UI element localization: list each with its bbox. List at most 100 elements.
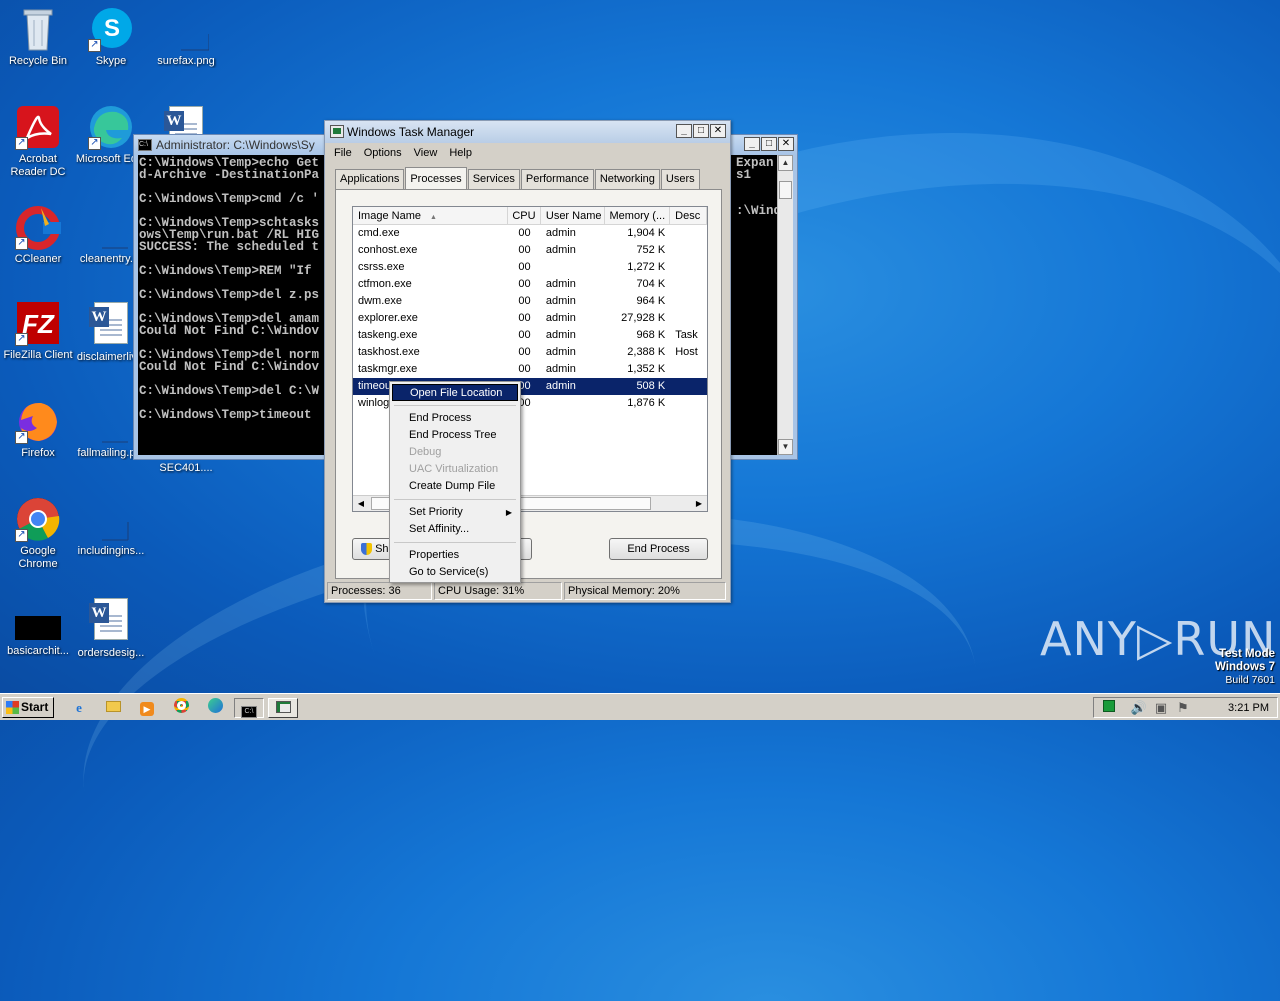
scroll-down-icon[interactable]: ▼ [778,439,793,455]
table-row[interactable]: csrss.exe 00 1,272 K [353,259,707,276]
desktop-icon-skype[interactable]: S ↗ Skype [73,6,149,68]
edge-taskbar-icon[interactable] [204,698,226,718]
table-row[interactable]: conhost.exe 00 admin 752 K [353,242,707,259]
tab-services[interactable]: Services [467,169,520,189]
taskbar-clock[interactable]: 3:21 PM [1228,698,1269,718]
scroll-thumb[interactable] [779,181,792,199]
scroll-up-icon[interactable]: ▲ [778,155,793,171]
start-button[interactable]: Start [2,697,54,718]
network-icon[interactable]: ▣ [1150,698,1172,718]
desktop-icon-chrome[interactable]: ↗ Google Chrome [0,496,76,571]
media-player-icon[interactable]: ▶ [136,698,158,718]
context-menu-item-properties[interactable]: Properties [392,547,518,564]
desktop-icon-acrobat[interactable]: ↗ Acrobat Reader DC [0,104,76,179]
chrome-taskbar-icon[interactable] [170,698,192,718]
process-memory-cell: 2,388 K [627,346,666,358]
tab-applications[interactable]: Applications [335,169,405,189]
context-menu-item-create-dump-file[interactable]: Create Dump File [392,478,518,495]
process-desc-cell: Task [675,329,698,341]
desktop-icon-label: surefax.png [157,55,215,67]
sort-up-icon: ▲ [430,214,437,221]
menu-view[interactable]: View [408,143,444,163]
process-memory-cell: 1,352 K [627,363,666,375]
process-user-cell [541,395,605,412]
submenu-arrow-icon: ▶ [505,508,512,517]
column-cpu[interactable]: CPU [508,207,541,224]
taskbar: Start e ▶ C:\ 🔊 ▣ ⚑ 3:21 PM [0,693,1280,720]
table-row[interactable]: ctfmon.exe 00 admin 704 K [353,276,707,293]
explorer-folder-icon[interactable] [102,698,124,718]
close-icon[interactable]: ✕ [710,124,726,138]
table-row[interactable]: taskhost.exe 00 admin 2,388 K Host [353,344,707,361]
context-menu-item-set-priority[interactable]: Set Priority ▶ [392,504,518,521]
desktop-icon-recycle-bin[interactable]: Recycle Bin [0,6,76,68]
desktop-icon-ccleaner[interactable]: ↗ CCleaner [0,204,76,266]
menu-item-label: Set Affinity... [409,523,470,535]
network-tray-icon[interactable] [1098,698,1120,718]
tab-users[interactable]: Users [660,169,700,189]
desktop-icon-firefox[interactable]: ↗ Firefox [0,398,76,460]
speaker-icon[interactable]: 🔊 [1128,698,1150,718]
menu-item-label: End Process Tree [409,429,497,441]
table-row[interactable]: taskeng.exe 00 admin 968 K Task [353,327,707,344]
process-desc-cell [670,276,707,293]
edge-icon: ↗ [88,104,134,150]
desktop-icon-surefax[interactable]: surefax.png [148,6,224,68]
process-cpu-cell: 00 [518,363,531,375]
column-user-name[interactable]: User Name [541,207,605,224]
menu-help[interactable]: Help [443,143,478,163]
minimize-icon[interactable]: _ [744,137,760,151]
process-user-cell: admin [545,227,576,239]
task-manager-window[interactable]: Windows Task Manager _ □ ✕ File Options … [324,120,731,603]
context-menu-item-end-process[interactable]: End Process [392,410,518,427]
end-process-button[interactable]: End Process [609,538,708,560]
process-desc-cell: Host [675,346,698,358]
menu-options[interactable]: Options [358,143,408,163]
chrome-icon: ↗ [15,496,61,542]
process-desc-cell [670,361,707,378]
taskmgr-taskbar-button[interactable] [268,698,298,718]
menu-item-label: Properties [409,549,460,561]
menu-bar: File Options View Help [325,143,730,163]
minimize-icon[interactable]: _ [676,124,692,138]
scroll-left-icon[interactable]: ◀ [353,496,369,511]
cmd-scrollbar[interactable]: ▲ ▼ [777,155,793,455]
context-menu-item-open-file-location[interactable]: Open File Location [392,384,518,401]
desktop-icon-label: includingins... [77,545,145,557]
process-user-cell: admin [545,363,576,375]
menu-item-label: Set Priority [409,506,463,518]
table-row[interactable]: explorer.exe 00 admin 27,928 K [353,310,707,327]
process-memory-cell: 1,904 K [627,227,666,239]
maximize-icon[interactable]: □ [693,124,709,138]
desktop-icon-includingins[interactable]: includingins... [73,496,149,558]
desktop-icon-basicarchit[interactable]: basicarchit... [0,596,76,658]
cmd-taskbar-button[interactable]: C:\ [234,698,264,718]
desktop-icon-filezilla[interactable]: FZ ↗ FileZilla Client [0,300,76,362]
close-icon[interactable]: ✕ [778,137,794,151]
process-name-cell: taskmgr.exe [358,363,418,375]
ie-icon[interactable]: e [68,698,90,718]
context-menu-item-debug: Debug [392,444,518,461]
column-image-name[interactable]: Image Name ▲ [353,207,509,224]
column-memory[interactable]: Memory (... [605,207,671,224]
process-list-header: Image Name ▲ CPU User Name Memory (... D… [353,207,707,225]
column-description[interactable]: Desc [670,207,707,224]
tab-performance[interactable]: Performance [520,169,594,189]
context-menu-item-go-to-service-s[interactable]: Go to Service(s) [392,564,518,581]
desktop-icon-ordersdesig[interactable]: W ordersdesig... [73,596,149,660]
tab-processes[interactable]: Processes [405,167,467,189]
scroll-right-icon[interactable]: ▶ [691,496,707,511]
process-desc-cell [670,259,707,276]
table-row[interactable]: cmd.exe 00 admin 1,904 K [353,225,707,242]
process-name-cell: taskeng.exe [358,329,418,341]
context-menu-item-end-process-tree[interactable]: End Process Tree [392,427,518,444]
table-row[interactable]: dwm.exe 00 admin 964 K [353,293,707,310]
maximize-icon[interactable]: □ [761,137,777,151]
table-row[interactable]: taskmgr.exe 00 admin 1,352 K [353,361,707,378]
menu-file[interactable]: File [328,143,358,163]
context-menu-item-set-affinity[interactable]: Set Affinity... [392,521,518,538]
task-manager-title-bar[interactable]: Windows Task Manager _ □ ✕ [325,121,730,143]
tab-networking[interactable]: Networking [594,169,660,189]
action-center-flag-icon[interactable]: ⚑ [1172,698,1194,718]
shortcut-arrow-icon: ↗ [88,137,101,150]
